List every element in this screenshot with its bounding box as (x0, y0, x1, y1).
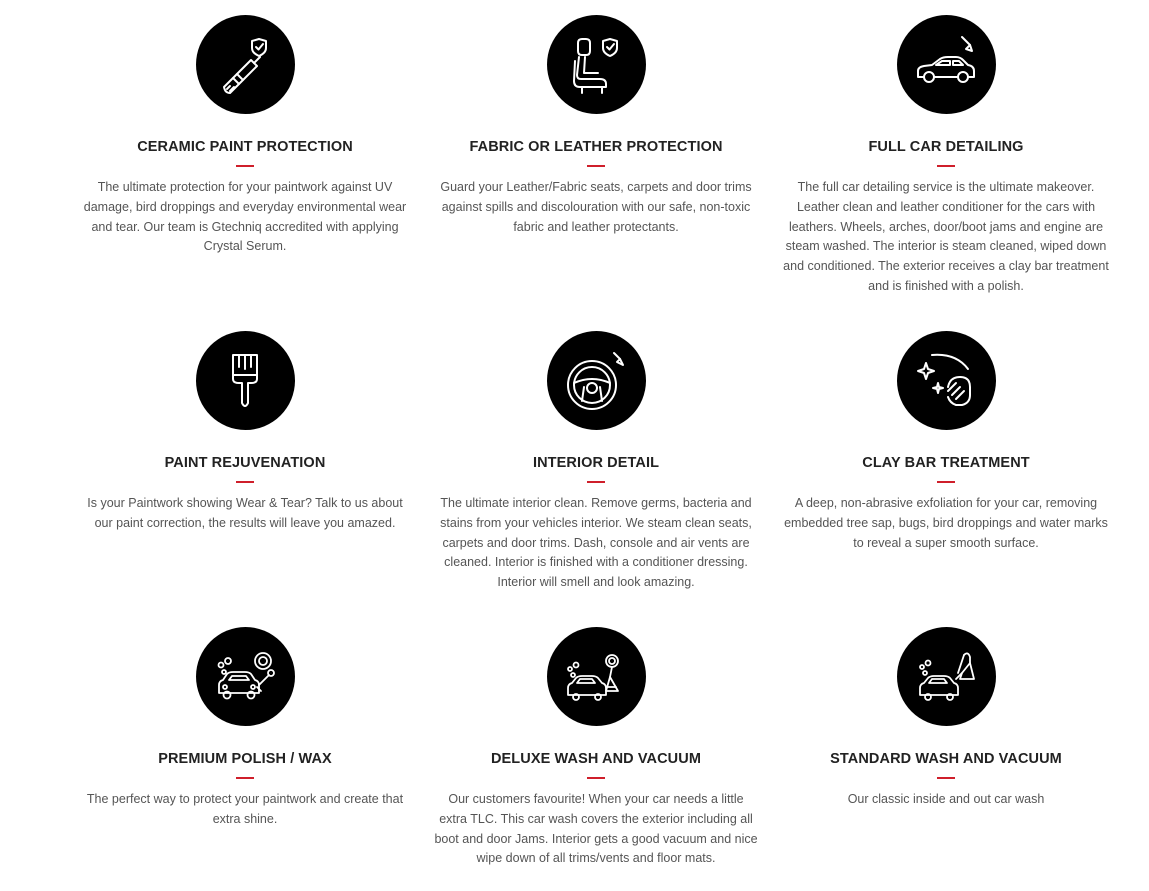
service-description: A deep, non-abrasive exfoliation for you… (784, 496, 1108, 550)
service-title: PAINT REJUVENATION (164, 455, 326, 471)
service-card-paint-rejuvenation: PAINT REJUVENATION Is your Paintwork sho… (80, 331, 410, 534)
car-brush-icon (896, 15, 996, 114)
service-description: The ultimate protection for your paintwo… (83, 180, 407, 254)
service-card-fabric-leather-protection: FABRIC OR LEATHER PROTECTION Guard your … (431, 15, 761, 237)
service-description: The perfect way to protect your paintwor… (86, 792, 404, 826)
paintbrush-shield-icon (195, 15, 295, 114)
title-divider (587, 165, 605, 167)
service-description: The ultimate interior clean. Remove germ… (440, 496, 752, 590)
steering-wheel-icon (546, 331, 646, 430)
service-title: INTERIOR DETAIL (532, 455, 660, 471)
title-divider (937, 481, 955, 483)
paintbrush-icon (195, 331, 295, 430)
service-title: PREMIUM POLISH / WAX (158, 751, 332, 767)
service-card-premium-polish-wax: PREMIUM POLISH / WAX The perfect way to … (80, 627, 410, 830)
service-title: STANDARD WASH AND VACUUM (830, 751, 1062, 767)
service-card-clay-bar-treatment: CLAY BAR TREATMENT A deep, non-abrasive … (781, 331, 1111, 553)
service-card-interior-detail: INTERIOR DETAIL The ultimate interior cl… (431, 331, 761, 593)
service-title: DELUXE WASH AND VACUUM (490, 751, 702, 767)
service-title: CERAMIC PAINT PROTECTION (137, 139, 353, 155)
title-divider (236, 777, 254, 779)
service-card-full-car-detailing: FULL CAR DETAILING The full car detailin… (781, 15, 1111, 297)
car-wash-vacuum-polish-icon (546, 627, 646, 726)
car-wash-polish-icon (195, 627, 295, 726)
service-card-standard-wash-vacuum: STANDARD WASH AND VACUUM Our classic ins… (781, 627, 1111, 810)
service-description: Our classic inside and out car wash (847, 792, 1045, 806)
service-title: CLAY BAR TREATMENT (862, 455, 1030, 471)
title-divider (937, 777, 955, 779)
service-description: Our customers favourite! When your car n… (434, 792, 758, 866)
title-divider (587, 777, 605, 779)
service-title: FABRIC OR LEATHER PROTECTION (469, 139, 723, 155)
service-description: Is your Paintwork showing Wear & Tear? T… (87, 496, 403, 530)
title-divider (236, 165, 254, 167)
service-description: Guard your Leather/Fabric seats, carpets… (440, 180, 752, 234)
title-divider (587, 481, 605, 483)
service-card-ceramic-paint-protection: CERAMIC PAINT PROTECTION The ultimate pr… (80, 15, 410, 257)
car-wash-vacuum-icon (896, 627, 996, 726)
service-card-deluxe-wash-vacuum: DELUXE WASH AND VACUUM Our customers fav… (431, 627, 761, 869)
sparkle-hand-icon (896, 331, 996, 430)
service-title: FULL CAR DETAILING (868, 139, 1024, 155)
title-divider (937, 165, 955, 167)
title-divider (236, 481, 254, 483)
service-description: The full car detailing service is the ul… (783, 180, 1109, 293)
car-seat-shield-icon (546, 15, 646, 114)
